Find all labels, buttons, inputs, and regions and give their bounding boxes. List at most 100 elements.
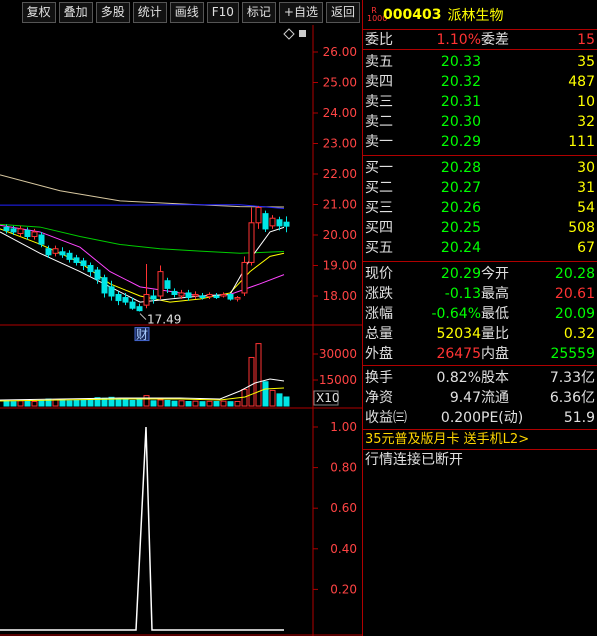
ask-row[interactable]: 卖四 20.32 487: [363, 72, 597, 92]
price-tick-label: 21.00: [323, 198, 357, 212]
stat-row: 涨幅 -0.64% 最低 20.09: [365, 306, 595, 322]
volume-bar: [227, 401, 234, 407]
volume-bar: [276, 393, 283, 407]
price-tick-label: 18.00: [323, 289, 357, 303]
volume-bar: [234, 400, 241, 407]
volume-bar: [73, 399, 80, 407]
candle-body: [122, 297, 129, 303]
volume-bar: [52, 399, 59, 407]
candle-body: [108, 286, 115, 297]
volume-bar: [213, 400, 220, 407]
volume-bar: [206, 400, 213, 407]
bid-row[interactable]: 买五 20.24 67: [363, 238, 597, 258]
candle-body: [192, 293, 199, 297]
volume-bar: [269, 389, 276, 407]
volume-bar: [199, 401, 206, 407]
candle-body: [115, 293, 122, 302]
volume-unit-label: X10: [316, 391, 340, 405]
multi-stock-button[interactable]: 多股: [95, 2, 130, 23]
candle-body: [73, 257, 80, 263]
candle-body: [80, 260, 87, 267]
candle-body: [213, 295, 220, 299]
volume-bar: [38, 399, 45, 407]
candle-body: [24, 229, 31, 238]
chart-canvas[interactable]: 26.00 25.00 24.00 23.00 22.00 21.00 20.00 19.00…: [0, 25, 362, 636]
indicator-line: [0, 426, 284, 631]
volume-bar: [24, 400, 31, 407]
candle-body: [262, 213, 269, 230]
volume-bar: [185, 400, 192, 407]
draw-line-button[interactable]: 画线: [169, 2, 204, 23]
bid-row[interactable]: 买三 20.26 54: [363, 198, 597, 218]
kline-chart[interactable]: 26.00 25.00 24.00 23.00 22.00 21.00 20.00 19.00…: [0, 25, 362, 636]
indicator-tick-label: 0.20: [330, 582, 357, 596]
candle-body: [199, 295, 206, 299]
candle-body: [17, 228, 24, 234]
ask-row[interactable]: 卖五 20.33 35: [363, 52, 597, 72]
volume-bar: [122, 399, 129, 407]
ask-book: 卖五 20.33 35 卖四 20.32 487 卖三 20.31 10 卖二 20.30 32…: [363, 50, 597, 156]
fund-row: 净资 9.47 流通 6.36亿: [365, 390, 595, 406]
quote-stats: 现价 20.29 今开 20.28 涨跌 -0.13 最高 20.61 涨幅 -0.64% 最低…: [363, 262, 597, 366]
ask-row[interactable]: 卖二 20.30 32: [363, 112, 597, 132]
ask-row[interactable]: 卖三 20.31 10: [363, 92, 597, 112]
event-mark-label: 财: [136, 328, 148, 342]
volume-bar: [3, 400, 10, 407]
volume-ma-line: [0, 378, 285, 401]
volume-bar: [129, 399, 136, 407]
indicator-tick-label: 1.00: [330, 420, 357, 434]
volume-bar: [17, 400, 24, 407]
candle-body: [136, 306, 143, 312]
candle-body: [234, 297, 241, 300]
indicator-tick-label: 0.40: [330, 542, 357, 556]
volume-bar: [10, 401, 17, 407]
square-icon: [299, 30, 306, 37]
candle-body: [269, 217, 276, 227]
chart-toolbar: 复权 叠加 多股 统计 画线 F10 标记 +自选 返回: [0, 0, 362, 25]
add-watchlist-button[interactable]: +自选: [278, 2, 323, 23]
statistics-button[interactable]: 统计: [132, 2, 167, 23]
stat-row: 外盘 26475 内盘 25559: [365, 346, 595, 362]
candle-body: [248, 222, 255, 263]
f10-button[interactable]: F10: [206, 2, 239, 23]
order-ratio-row: 委比 1.10% 委差 15: [363, 30, 597, 50]
candle-body: [171, 290, 178, 295]
price-tick-label: 26.00: [323, 45, 357, 59]
price-tick-label: 24.00: [323, 106, 357, 120]
candle-body: [276, 219, 283, 227]
candle-body: [220, 293, 227, 297]
volume-bar: [164, 399, 171, 407]
diamond-icon: [283, 28, 295, 40]
candle-body: [150, 295, 157, 300]
stock-name: 派林生物: [447, 7, 504, 24]
bid-row[interactable]: 买二 20.27 31: [363, 178, 597, 198]
back-button[interactable]: 返回: [325, 2, 360, 23]
volume-bar: [171, 400, 178, 407]
candle-body: [101, 277, 108, 294]
volume-tick-label: 30000: [319, 347, 357, 361]
price-tick-label: 20.00: [323, 228, 357, 242]
candle-body: [59, 251, 66, 256]
ask-row[interactable]: 卖一 20.29 111: [363, 132, 597, 152]
volume-bar: [192, 400, 199, 407]
stock-code: 000403: [383, 6, 442, 23]
volume-bar: [115, 398, 122, 407]
candle-body: [129, 301, 136, 309]
stat-row: 涨跌 -0.13 最高 20.61: [365, 286, 595, 302]
low-pointer: [139, 313, 147, 320]
candle-body: [255, 207, 262, 224]
promo-link[interactable]: 35元普及版月卡 送手机L2>: [363, 430, 597, 450]
fuquan-button[interactable]: 复权: [21, 2, 56, 23]
moving-average-line: [0, 174, 285, 208]
weibi-value: 1.10%: [436, 32, 481, 48]
margin-badge: R 1000: [367, 5, 388, 23]
mark-button[interactable]: 标记: [241, 2, 276, 23]
candle-body: [10, 228, 17, 233]
stat-row: 现价 20.29 今开 20.28: [365, 266, 595, 282]
bid-row[interactable]: 买四 20.25 508: [363, 218, 597, 238]
bid-row[interactable]: 买一 20.28 30: [363, 158, 597, 178]
candle-body: [157, 271, 164, 297]
candle-body: [227, 293, 234, 300]
overlay-button[interactable]: 叠加: [58, 2, 93, 23]
volume-bar: [66, 400, 73, 407]
